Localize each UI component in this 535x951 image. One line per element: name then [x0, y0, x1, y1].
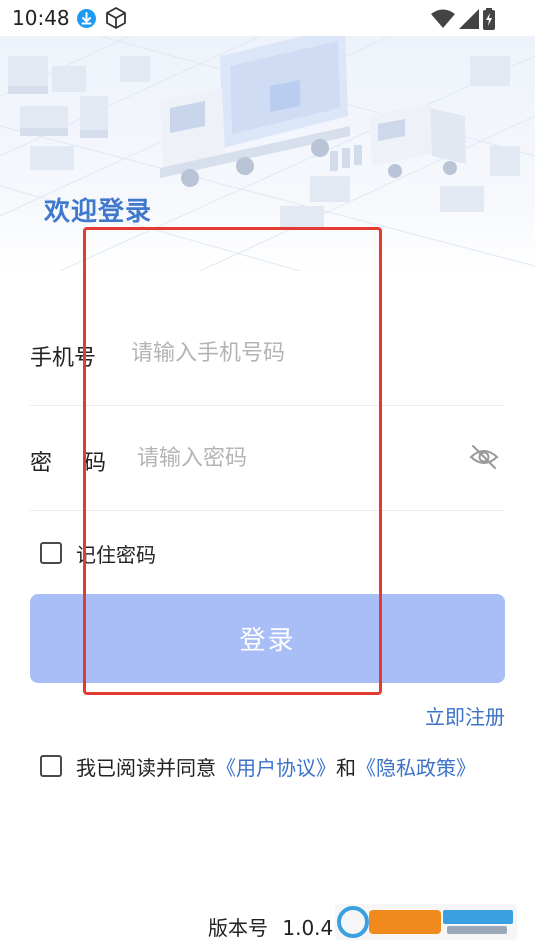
- login-button[interactable]: 登录: [30, 594, 505, 683]
- phone-field-row: 手机号: [30, 305, 505, 406]
- version-number: 1.0.4: [282, 916, 334, 940]
- remember-password-label: 记住密码: [76, 542, 156, 567]
- password-input[interactable]: [137, 440, 457, 476]
- eye-off-icon[interactable]: [469, 443, 499, 471]
- phone-input[interactable]: [131, 335, 491, 371]
- agreement-row: 我已阅读并同意《用户协议》和《隐私政策》: [40, 752, 476, 780]
- status-time: 10:48: [12, 6, 70, 30]
- password-label-char-1: 密: [30, 451, 53, 476]
- agreement-and: 和: [336, 755, 356, 780]
- version-info: 版本号 1.0.4: [208, 912, 333, 941]
- privacy-policy-link[interactable]: 《隐私政策》: [356, 756, 476, 780]
- agreement-checkbox[interactable]: [40, 755, 62, 777]
- password-label-char-2: 码: [84, 451, 107, 476]
- box-icon: [104, 6, 128, 34]
- password-field-row: 密 码: [30, 410, 505, 511]
- phone-label: 手机号: [30, 346, 97, 371]
- agreement-prefix: 我已阅读并同意: [76, 755, 216, 780]
- version-label: 版本号: [208, 916, 268, 940]
- register-link[interactable]: 立即注册: [425, 701, 505, 730]
- watermark-logo: [335, 904, 517, 940]
- remember-password-checkbox[interactable]: [40, 542, 62, 564]
- logistics-illustration: [0, 36, 535, 271]
- status-indicators: [431, 8, 495, 34]
- wifi-icon: [431, 9, 455, 33]
- agreement-text: 我已阅读并同意《用户协议》和《隐私政策》: [76, 752, 476, 781]
- user-agreement-link[interactable]: 《用户协议》: [216, 756, 336, 780]
- signal-icon: [459, 9, 479, 33]
- password-label: 密 码: [30, 445, 107, 476]
- battery-icon: [483, 8, 495, 34]
- hero-banner: 欢迎登录: [0, 36, 535, 271]
- welcome-title: 欢迎登录: [44, 197, 153, 227]
- download-icon: [77, 9, 96, 28]
- remember-password-row[interactable]: 记住密码: [40, 539, 156, 567]
- status-bar: 10:48: [0, 0, 535, 36]
